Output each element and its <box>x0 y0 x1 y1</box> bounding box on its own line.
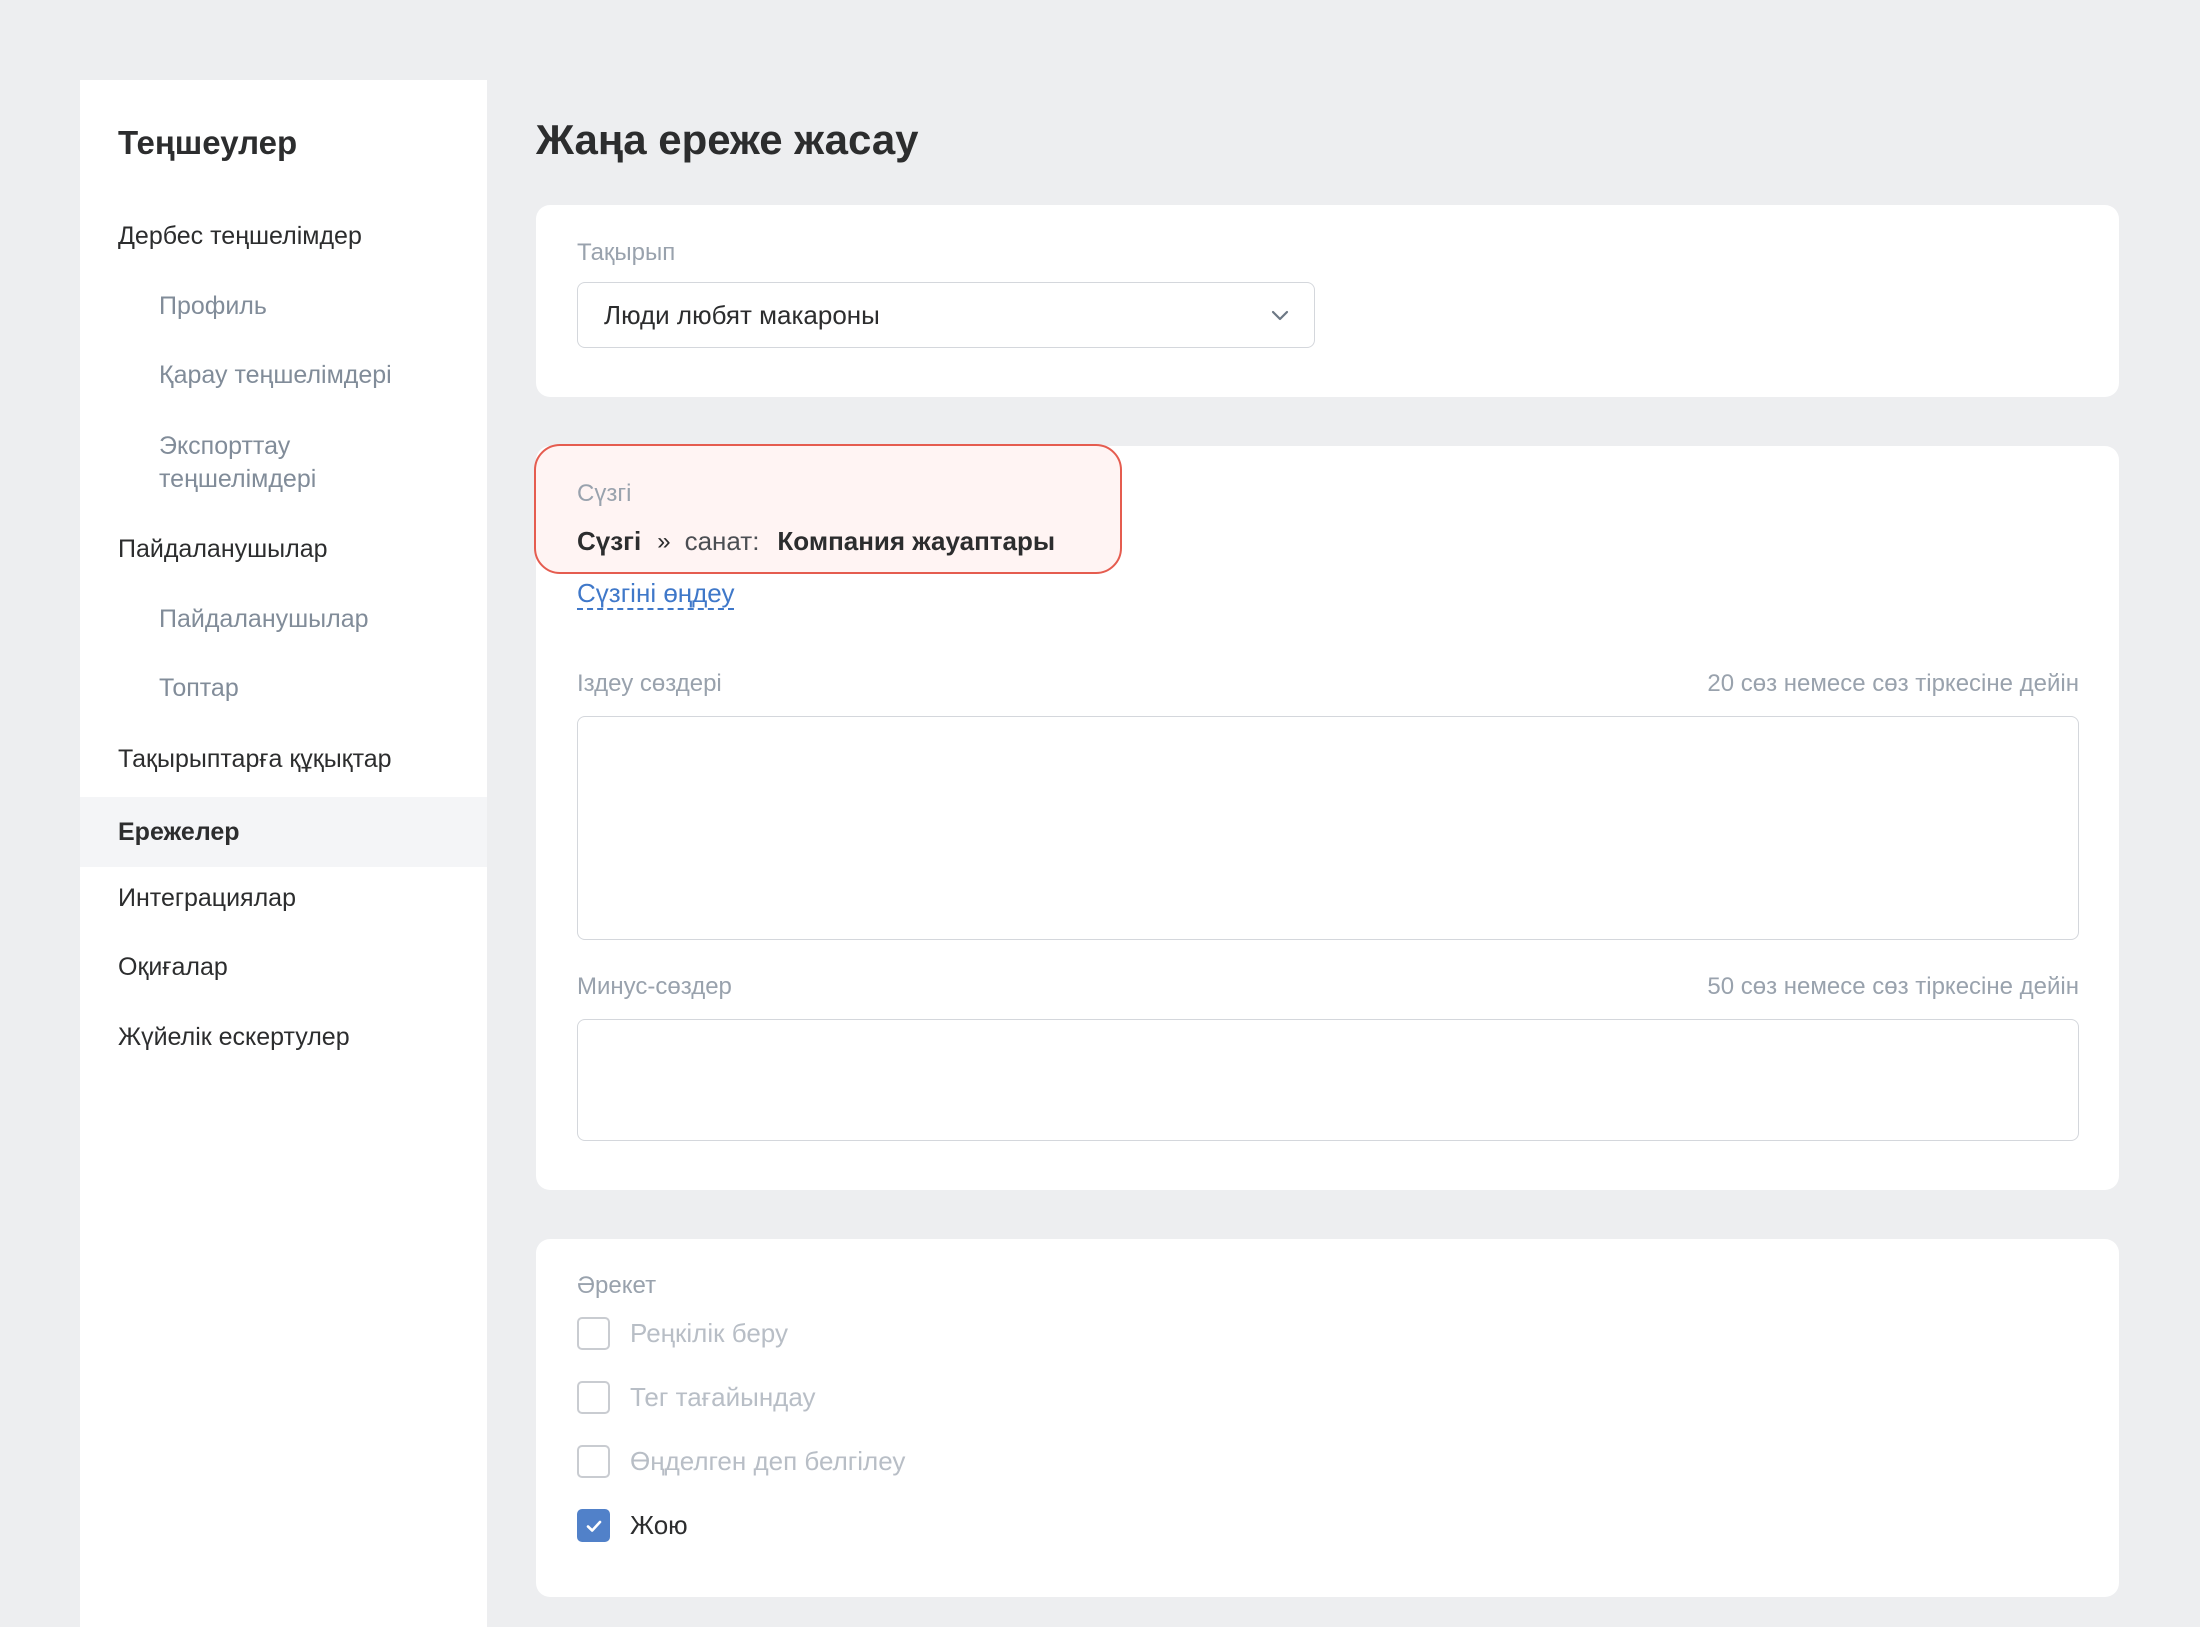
sidebar-item-view-settings[interactable]: Қарау теңшелімдері <box>80 359 487 392</box>
action-option-label: Өңделген деп белгілеу <box>630 1446 906 1476</box>
checkbox[interactable] <box>577 1381 610 1414</box>
breadcrumb-separator-icon: » <box>657 527 671 555</box>
topic-select[interactable]: Люди любят макароны <box>577 282 1315 348</box>
sidebar-item-system-notifications[interactable]: Жүйелік ескертулер <box>80 1021 487 1054</box>
action-option-mark-processed[interactable]: Өңделген деп белгілеу <box>577 1445 905 1478</box>
settings-sidebar: Теңшеулер Дербес теңшелімдер Профиль Қар… <box>80 80 487 1627</box>
sidebar-item-export-settings[interactable]: Экспорттау теңшелімдері <box>80 430 420 496</box>
topic-card: Тақырып Люди любят макароны <box>536 205 2119 397</box>
sidebar-item-topic-permissions[interactable]: Тақырыптарға құқықтар <box>80 743 487 776</box>
minus-words-input[interactable] <box>577 1019 2079 1141</box>
sidebar-item-events[interactable]: Оқиғалар <box>80 951 487 984</box>
filter-label: Сүзгі <box>577 480 632 507</box>
search-words-input[interactable] <box>577 716 2079 940</box>
checkbox[interactable] <box>577 1445 610 1478</box>
search-words-label: Іздеу сөздері <box>577 670 722 697</box>
rule-conditions-card: Сүзгі Сүзгі » санат: Компания жауаптары … <box>534 444 2119 1190</box>
chevron-down-icon <box>1271 310 1289 321</box>
sidebar-item-rules[interactable]: Ережелер <box>80 797 487 867</box>
checkbox-checked[interactable] <box>577 1509 610 1542</box>
topic-select-value: Люди любят макароны <box>604 299 880 330</box>
sidebar-item-users[interactable]: Пайдаланушылар <box>80 603 487 636</box>
sidebar-item-users-section[interactable]: Пайдаланушылар <box>80 533 487 566</box>
action-option-highlight[interactable]: Реңкілік беру <box>577 1317 788 1350</box>
minus-words-label: Минус-сөздер <box>577 973 732 1000</box>
checkbox[interactable] <box>577 1317 610 1350</box>
topic-label: Тақырып <box>577 239 676 266</box>
action-option-label: Реңкілік беру <box>630 1318 788 1348</box>
minus-words-hint: 50 сөз немесе сөз тіркесіне дейін <box>1707 973 2079 1000</box>
filter-category-label: санат: <box>684 526 760 556</box>
sidebar-item-integrations[interactable]: Интеграциялар <box>80 882 487 915</box>
action-option-assign-tag[interactable]: Тег тағайындау <box>577 1381 816 1414</box>
filter-category-value: Компания жауаптары <box>777 526 1056 556</box>
filter-summary: Сүзгі » санат: Компания жауаптары <box>577 526 1055 557</box>
checkmark-icon <box>586 1520 601 1532</box>
sidebar-item-profile[interactable]: Профиль <box>80 290 487 323</box>
sidebar-title: Теңшеулер <box>118 124 298 161</box>
action-label: Әрекет <box>577 1272 657 1299</box>
sidebar-item-groups[interactable]: Топтар <box>80 672 487 705</box>
action-option-delete[interactable]: Жою <box>577 1509 688 1542</box>
filter-name: Сүзгі <box>577 526 642 556</box>
search-words-hint: 20 сөз немесе сөз тіркесіне дейін <box>1707 670 2079 697</box>
action-option-label: Тег тағайындау <box>630 1382 816 1412</box>
sidebar-item-personal-settings[interactable]: Дербес теңшелімдер <box>80 220 487 253</box>
edit-filter-link[interactable]: Сүзгіні өңдеу <box>577 578 735 610</box>
action-card: Әрекет Реңкілік беру Тег тағайындау Өңде… <box>536 1239 2119 1597</box>
action-option-label: Жою <box>630 1510 688 1540</box>
page-title: Жаңа ереже жасау <box>536 116 919 163</box>
